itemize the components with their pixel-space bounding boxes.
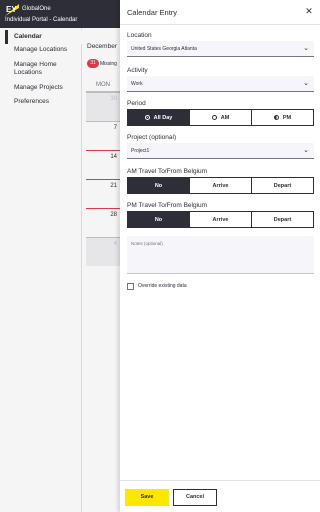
divider xyxy=(120,480,320,481)
missing-label: Missing xyxy=(100,61,117,67)
calendar-day-cell[interactable]: 14 xyxy=(86,150,122,179)
sidebar-item-manage-locations[interactable]: Manage Locations xyxy=(14,46,80,54)
panel-title: Calendar Entry xyxy=(127,8,178,17)
missing-count-badge: 31 xyxy=(87,59,99,68)
am-travel-depart-button[interactable]: Depart xyxy=(252,178,313,193)
save-button[interactable]: Save xyxy=(125,489,169,506)
calendar-day-cell[interactable]: 7 xyxy=(86,121,122,150)
day-header: MON xyxy=(86,82,122,92)
period-all-day-button[interactable]: All Day xyxy=(128,110,190,125)
calendar-day-cell[interactable]: 4 xyxy=(86,237,122,266)
day-number: 28 xyxy=(110,212,117,218)
chevron-down-icon: ⌄ xyxy=(303,80,309,87)
notes-placeholder: Notes (optional) xyxy=(131,241,163,246)
calendar-day-cell[interactable]: 21 xyxy=(86,179,122,208)
am-travel-label: AM Travel To/From Belgium xyxy=(127,168,208,175)
app-subtitle: Individual Portal - Calendar xyxy=(5,17,78,23)
pm-travel-label: PM Travel To/From Belgium xyxy=(127,202,208,209)
project-select[interactable]: Project1 ⌄ xyxy=(127,143,314,159)
day-number: 14 xyxy=(110,154,117,160)
period-pm-label: PM xyxy=(282,114,292,121)
pm-travel-toggle: No Arrive Depart xyxy=(127,211,314,228)
pm-travel-depart-button[interactable]: Depart xyxy=(252,212,313,227)
location-label: Location xyxy=(127,32,152,39)
sidebar: Calendar Manage Locations Manage Home Lo… xyxy=(0,28,82,512)
period-am-button[interactable]: AM xyxy=(190,110,252,125)
radio-selected-icon xyxy=(144,115,150,120)
month-label: December xyxy=(87,43,117,50)
period-am-label: AM xyxy=(220,114,230,121)
location-value: United States Georgia Atlanta xyxy=(131,46,197,52)
sidebar-item-preferences[interactable]: Preferences xyxy=(14,98,80,106)
am-travel-arrive-button[interactable]: Arrive xyxy=(190,178,252,193)
close-icon[interactable]: ✕ xyxy=(304,6,314,16)
radio-icon xyxy=(211,115,217,120)
period-pm-button[interactable]: PM xyxy=(252,110,313,125)
sidebar-item-calendar[interactable]: Calendar xyxy=(5,30,82,44)
day-number: 21 xyxy=(110,183,117,189)
day-number: 30 xyxy=(110,96,117,102)
location-select[interactable]: United States Georgia Atlanta ⌄ xyxy=(127,41,314,57)
chevron-down-icon: ⌄ xyxy=(303,45,309,52)
project-value: Project1 xyxy=(131,148,150,154)
project-label: Project (optional) xyxy=(127,134,177,141)
period-toggle: All Day AM PM xyxy=(127,109,314,126)
day-number: 7 xyxy=(113,125,117,131)
day-number: 4 xyxy=(113,241,117,247)
period-label: Period xyxy=(127,100,146,107)
calendar-day-cell[interactable]: 28 xyxy=(86,208,122,237)
half-circle-icon xyxy=(273,115,279,120)
am-travel-toggle: No Arrive Depart xyxy=(127,177,314,194)
override-label: Override existing data xyxy=(138,283,187,289)
sidebar-item-manage-home-locations[interactable]: Manage Home Locations xyxy=(14,61,80,77)
notes-field[interactable]: Notes (optional) xyxy=(127,236,314,274)
period-all-day-label: All Day xyxy=(153,114,173,121)
pm-travel-no-button[interactable]: No xyxy=(128,212,190,227)
cancel-button[interactable]: Cancel xyxy=(173,489,217,506)
activity-select[interactable]: Work ⌄ xyxy=(127,76,314,92)
sidebar-item-manage-projects[interactable]: Manage Projects xyxy=(14,84,80,92)
divider xyxy=(120,24,320,25)
chevron-down-icon: ⌄ xyxy=(303,147,309,154)
pm-travel-arrive-button[interactable]: Arrive xyxy=(190,212,252,227)
calendar-entry-panel: Calendar Entry ✕ Location United States … xyxy=(120,0,320,512)
am-travel-no-button[interactable]: No xyxy=(128,178,190,193)
activity-label: Activity xyxy=(127,67,148,74)
app-name: GlobalOne xyxy=(22,6,51,12)
calendar-day-cell[interactable]: 30 xyxy=(86,92,122,121)
activity-value: Work xyxy=(131,81,143,87)
logo-text: EY xyxy=(6,5,17,14)
override-checkbox[interactable] xyxy=(127,283,134,290)
